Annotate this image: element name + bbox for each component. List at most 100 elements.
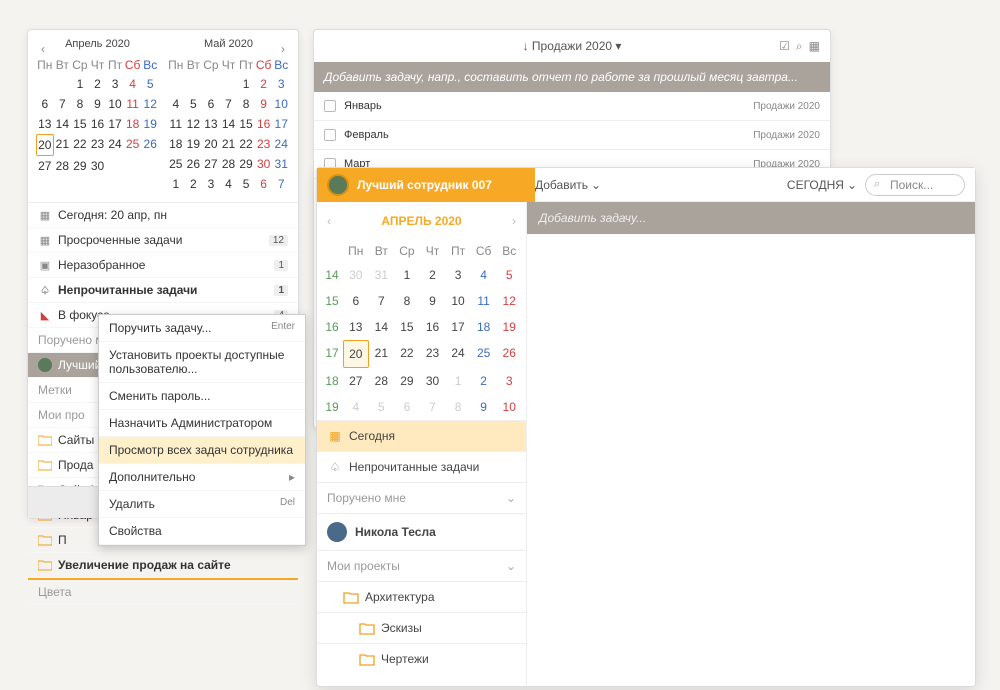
cal-day[interactable]: 28 bbox=[54, 156, 72, 176]
cal-day[interactable]: 27 bbox=[202, 154, 220, 174]
cal-day[interactable]: 25 bbox=[124, 134, 142, 156]
checkbox-icon[interactable]: ☑ bbox=[779, 39, 790, 54]
cal-day[interactable]: 3 bbox=[106, 74, 124, 94]
cal-day[interactable]: 2 bbox=[471, 368, 497, 394]
today-row[interactable]: ▦Сегодня: 20 апр, пн bbox=[28, 203, 298, 228]
cal-day[interactable]: 24 bbox=[272, 134, 290, 154]
cal-day[interactable]: 7 bbox=[420, 394, 446, 420]
cal-day[interactable]: 11 bbox=[471, 288, 497, 314]
cal-day[interactable]: 4 bbox=[167, 94, 185, 114]
dropdown-icon[interactable]: ▾ bbox=[615, 39, 621, 53]
cal-day[interactable]: 18 bbox=[167, 134, 185, 154]
cal-day[interactable]: 6 bbox=[36, 94, 54, 114]
cal-day[interactable]: 8 bbox=[237, 94, 255, 114]
tesla-row[interactable]: Никола Тесла bbox=[317, 513, 526, 550]
cal-day[interactable]: 5 bbox=[496, 262, 522, 288]
cal-day[interactable]: 10 bbox=[272, 94, 290, 114]
cal-day[interactable]: 24 bbox=[106, 134, 124, 156]
cal-day[interactable]: 17 bbox=[445, 314, 471, 340]
cal-day[interactable]: 17 bbox=[106, 114, 124, 134]
search-icon[interactable]: ⌕ bbox=[796, 39, 803, 54]
cal-day[interactable]: 10 bbox=[445, 288, 471, 314]
overlay-add-task[interactable]: Добавить задачу... bbox=[527, 202, 975, 234]
cal-day[interactable] bbox=[124, 156, 142, 176]
folder-sketch[interactable]: Эскизы bbox=[317, 612, 526, 643]
cal-day[interactable]: 23 bbox=[255, 134, 273, 154]
cal-day[interactable]: 22 bbox=[71, 134, 89, 156]
cal-day[interactable]: 2 bbox=[89, 74, 107, 94]
cal-day[interactable]: 2 bbox=[420, 262, 446, 288]
cal-day[interactable]: 14 bbox=[220, 114, 238, 134]
cal-day[interactable]: 4 bbox=[471, 262, 497, 288]
cal-day[interactable] bbox=[185, 74, 203, 94]
cal-day[interactable]: 15 bbox=[394, 314, 420, 340]
cal-day[interactable]: 28 bbox=[220, 154, 238, 174]
cal-day[interactable]: 27 bbox=[343, 368, 369, 394]
cal-day[interactable]: 1 bbox=[394, 262, 420, 288]
cal-day[interactable]: 5 bbox=[237, 174, 255, 194]
cal-day[interactable]: 13 bbox=[202, 114, 220, 134]
folder-increase[interactable]: Увеличение продаж на сайте bbox=[28, 553, 298, 578]
cal-day[interactable]: 12 bbox=[185, 114, 203, 134]
cal-day[interactable]: 28 bbox=[369, 368, 395, 394]
cal-day[interactable] bbox=[54, 74, 72, 94]
overdue-row[interactable]: ▦Просроченные задачи12 bbox=[28, 228, 298, 253]
cal-day[interactable]: 11 bbox=[124, 94, 142, 114]
cal-day[interactable]: 12 bbox=[141, 94, 159, 114]
cal-day[interactable]: 30 bbox=[255, 154, 273, 174]
cal-day[interactable]: 10 bbox=[106, 94, 124, 114]
add-task-input[interactable]: Добавить задачу, напр., составить отчет … bbox=[314, 62, 830, 92]
assigned-section[interactable]: Поручено мне⌄ bbox=[317, 482, 526, 513]
cal-day[interactable]: 7 bbox=[54, 94, 72, 114]
myproj-section[interactable]: Мои проекты⌄ bbox=[317, 550, 526, 581]
cal-day[interactable]: 13 bbox=[343, 314, 369, 340]
cal-day[interactable]: 6 bbox=[202, 94, 220, 114]
cal-day[interactable]: 7 bbox=[272, 174, 290, 194]
cal-day[interactable]: 5 bbox=[185, 94, 203, 114]
cal-day[interactable]: 4 bbox=[220, 174, 238, 194]
cal-day[interactable]: 9 bbox=[471, 394, 497, 420]
cal-day[interactable]: 8 bbox=[394, 288, 420, 314]
cal-day[interactable]: 20 bbox=[343, 340, 369, 368]
unsorted-row[interactable]: ▣Неразобранное1 bbox=[28, 253, 298, 278]
cal-day[interactable]: 7 bbox=[369, 288, 395, 314]
cal-day[interactable]: 9 bbox=[255, 94, 273, 114]
cal-day[interactable]: 27 bbox=[36, 156, 54, 176]
cal-day[interactable]: 18 bbox=[124, 114, 142, 134]
cal-day[interactable]: 23 bbox=[89, 134, 107, 156]
cal-day[interactable]: 8 bbox=[71, 94, 89, 114]
cal-day[interactable]: 2 bbox=[255, 74, 273, 94]
ctx-projects[interactable]: Установить проекты доступные пользовател… bbox=[99, 342, 305, 383]
cal-day[interactable]: 21 bbox=[220, 134, 238, 154]
cal-day[interactable]: 26 bbox=[496, 340, 522, 368]
cal-day[interactable]: 9 bbox=[420, 288, 446, 314]
ctx-delete[interactable]: УдалитьDel bbox=[99, 491, 305, 518]
cal-day[interactable]: 6 bbox=[394, 394, 420, 420]
checkbox[interactable] bbox=[324, 129, 336, 141]
cal-day[interactable]: 23 bbox=[420, 340, 446, 368]
cal-day[interactable]: 30 bbox=[420, 368, 446, 394]
cal-day[interactable]: 11 bbox=[167, 114, 185, 134]
task-row[interactable]: ЯнварьПродажи 2020 bbox=[314, 92, 830, 121]
cal-day[interactable] bbox=[36, 74, 54, 94]
cal-day[interactable] bbox=[202, 74, 220, 94]
cal-day[interactable] bbox=[220, 74, 238, 94]
cal-day[interactable]: 25 bbox=[471, 340, 497, 368]
cal-day[interactable]: 1 bbox=[167, 174, 185, 194]
next-month-icon[interactable]: › bbox=[512, 214, 516, 228]
task-row[interactable]: ФевральПродажи 2020 bbox=[314, 121, 830, 150]
cal-day[interactable]: 16 bbox=[255, 114, 273, 134]
ctx-viewall[interactable]: Просмотр всех задач сотрудника bbox=[99, 437, 305, 464]
cal-day[interactable]: 8 bbox=[445, 394, 471, 420]
cal-day[interactable]: 21 bbox=[369, 340, 395, 368]
cal-day[interactable]: 26 bbox=[185, 154, 203, 174]
search-input[interactable]: Поиск... bbox=[865, 174, 965, 196]
cal-day[interactable]: 18 bbox=[471, 314, 497, 340]
cal-day[interactable]: 20 bbox=[36, 134, 54, 156]
cal-day[interactable] bbox=[167, 74, 185, 94]
cal-day[interactable]: 16 bbox=[420, 314, 446, 340]
prev-month-icon[interactable]: ‹ bbox=[34, 42, 52, 56]
cal-day[interactable]: 22 bbox=[237, 134, 255, 154]
cal-day[interactable]: 6 bbox=[343, 288, 369, 314]
cal-day[interactable]: 22 bbox=[394, 340, 420, 368]
